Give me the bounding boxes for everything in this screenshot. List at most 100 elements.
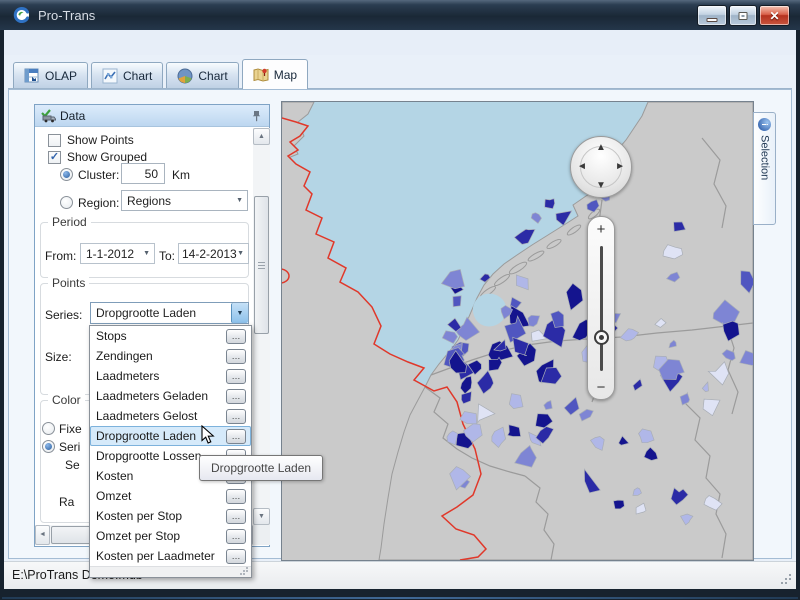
series-dropdown-item[interactable]: Omzet per Stop …	[90, 526, 251, 546]
ellipsis-button[interactable]: …	[226, 389, 246, 404]
show-grouped-checkbox[interactable]: ✓	[48, 151, 61, 164]
scroll-thumb[interactable]	[254, 196, 269, 334]
selection-tab-label: Selection	[759, 135, 771, 180]
color-range-label: Ra	[59, 495, 74, 509]
cluster-radio[interactable]	[60, 168, 73, 181]
ellipsis-button[interactable]: …	[226, 349, 246, 364]
close-icon: ✕	[769, 9, 779, 23]
map-tab-page: Data Show Points ✓ Show Grouped Cluster:…	[8, 89, 792, 559]
scroll-left-button[interactable]: ◄	[35, 525, 50, 545]
minimize-button[interactable]	[697, 5, 727, 26]
chevron-down-icon: ▼	[143, 250, 154, 257]
ellipsis-button[interactable]: …	[226, 409, 246, 424]
series-dropdown-item[interactable]: Stops …	[90, 326, 251, 346]
points-legend: Points	[48, 276, 89, 290]
series-dropdown-item[interactable]: Zendingen …	[90, 346, 251, 366]
series-dropdown-item[interactable]: Kosten per Stop …	[90, 506, 251, 526]
period-to-value: 14-2-2013	[182, 247, 237, 261]
map-zoom-slider[interactable]: + −	[587, 216, 615, 400]
show-grouped-label: Show Grouped	[67, 150, 147, 164]
tab-label: Chart	[198, 69, 227, 83]
period-to-combobox[interactable]: 14-2-2013 ▼	[178, 243, 249, 264]
series-item-label: Laadmeters Gelost	[96, 409, 197, 423]
zoom-out-button[interactable]: −	[588, 379, 614, 396]
chevron-down-icon: ▼	[236, 197, 247, 204]
data-panel-title: Data	[60, 109, 85, 123]
selection-side-tab[interactable]: i Selection	[753, 112, 776, 225]
show-points-checkbox[interactable]	[48, 134, 61, 147]
pan-right-icon[interactable]: ►	[615, 162, 625, 172]
color-legend: Color	[48, 393, 85, 407]
series-combobox[interactable]: Dropgrootte Laden ▼	[90, 302, 249, 324]
ellipsis-button[interactable]: …	[226, 369, 246, 384]
menu-item[interactable]	[26, 34, 48, 43]
series-item-label: Laadmeters	[96, 369, 159, 383]
series-dropdown-item[interactable]: Laadmeters Gelost …	[90, 406, 251, 426]
region-combobox[interactable]: Regions ▼	[121, 190, 248, 211]
series-dropdown-item[interactable]: Laadmeters Geladen …	[90, 386, 251, 406]
dropdown-resize-footer[interactable]	[90, 566, 251, 577]
scroll-down-button[interactable]: ▼	[253, 508, 270, 525]
tab-chart-pie[interactable]: Chart	[166, 62, 238, 89]
maximize-button[interactable]	[729, 5, 757, 26]
region-radio[interactable]	[60, 196, 73, 209]
color-fixed-radio[interactable]	[42, 422, 55, 435]
color-series-label: Seri	[59, 440, 80, 454]
ellipsis-button[interactable]: …	[226, 509, 246, 524]
series-item-label: Kosten per Laadmeter	[96, 549, 215, 563]
region-label: Region:	[78, 196, 119, 210]
show-points-label: Show Points	[67, 133, 134, 147]
zoom-in-button[interactable]: +	[588, 221, 614, 238]
map-viewport[interactable]: ▲ ▼ ◄ ► + − 250 km	[281, 101, 754, 561]
color-series-radio[interactable]	[42, 440, 55, 453]
app-logo-icon	[13, 6, 31, 24]
pan-up-icon[interactable]: ▲	[596, 143, 606, 153]
maximize-icon	[739, 12, 748, 20]
ellipsis-button[interactable]: …	[226, 329, 246, 344]
tab-label: OLAP	[45, 69, 77, 83]
series-dropdown-item[interactable]: Kosten per Laadmeter …	[90, 546, 251, 566]
cluster-distance-input[interactable]: 50	[121, 163, 165, 184]
window-title: Pro-Trans	[38, 8, 95, 23]
resize-grip-icon[interactable]	[246, 573, 248, 575]
pie-chart-icon	[177, 68, 193, 84]
ellipsis-button[interactable]: …	[226, 529, 246, 544]
pan-down-icon[interactable]: ▼	[596, 181, 606, 191]
series-dropdown-item[interactable]: Laadmeters …	[90, 366, 251, 386]
series-item-label: Zendingen	[96, 349, 153, 363]
chevron-down-icon: ▼	[237, 250, 248, 257]
series-item-label: Omzet	[96, 489, 131, 503]
zoom-track[interactable]	[600, 246, 603, 371]
pan-left-icon[interactable]: ◄	[577, 162, 587, 172]
period-from-label: From:	[45, 249, 76, 263]
window-resize-grip[interactable]	[789, 582, 791, 584]
period-from-combobox[interactable]: 1-1-2012 ▼	[80, 243, 155, 264]
cluster-label: Cluster:	[78, 168, 119, 182]
period-to-label: To:	[159, 249, 175, 263]
data-panel-header[interactable]: Data	[35, 105, 269, 127]
menu-item[interactable]	[4, 34, 26, 43]
region-value: Regions	[127, 194, 171, 208]
ellipsis-button[interactable]: …	[226, 549, 246, 564]
series-item-label: Kosten	[96, 469, 133, 483]
tab-chart-line[interactable]: Chart	[91, 62, 163, 89]
series-dropdown-item[interactable]: Dropgrootte Laden …	[90, 426, 251, 446]
ellipsis-button[interactable]: …	[226, 429, 246, 444]
ellipsis-button[interactable]: …	[226, 489, 246, 504]
scroll-up-button[interactable]: ▲	[253, 128, 270, 145]
title-bar[interactable]: Pro-Trans ✕	[0, 0, 800, 30]
close-button[interactable]: ✕	[759, 5, 790, 26]
map-canvas[interactable]	[282, 102, 753, 560]
series-dropdown-item[interactable]: Omzet …	[90, 486, 251, 506]
tab-map[interactable]: Map	[242, 59, 308, 89]
menu-item[interactable]	[48, 34, 70, 43]
info-ball-icon: i	[758, 118, 771, 131]
pin-icon[interactable]	[251, 110, 262, 122]
series-item-label: Kosten per Stop	[96, 509, 182, 523]
map-pan-control[interactable]: ▲ ▼ ◄ ►	[570, 136, 632, 198]
tab-label: Chart	[123, 69, 152, 83]
tab-olap[interactable]: OLAP	[13, 62, 88, 89]
series-dropdown-button[interactable]: ▼	[231, 303, 248, 323]
series-item-label: Omzet per Stop	[96, 529, 180, 543]
zoom-thumb[interactable]	[594, 330, 609, 345]
